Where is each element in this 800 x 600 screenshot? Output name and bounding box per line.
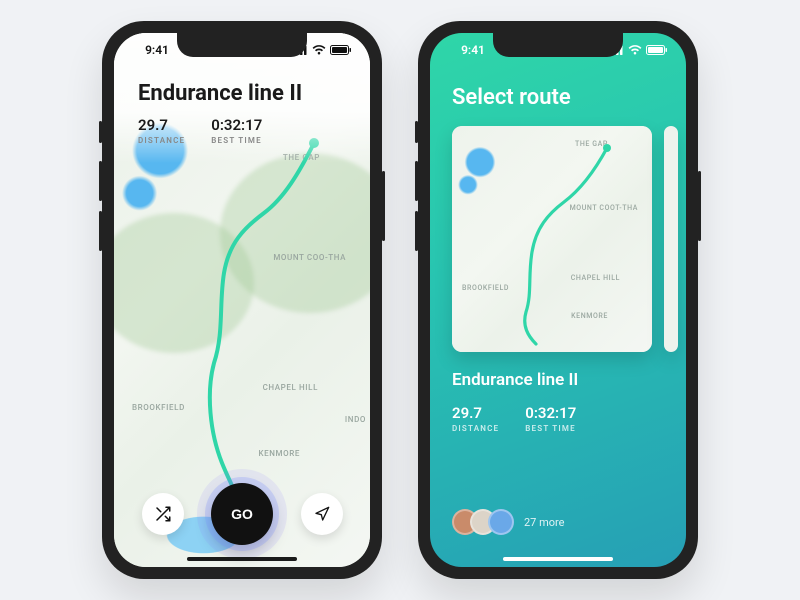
home-indicator[interactable] [503,557,613,561]
battery-icon [330,45,352,55]
map-label-chapel: CHAPEL HILL [263,383,318,392]
route-stats: 29.7 DISTANCE 0:32:17 BEST TIME [138,116,346,145]
phone-select-route: 9:41 Select route THE GAP MOUNT COOT-THA… [418,21,698,579]
distance-label: DISTANCE [452,424,499,433]
best-time-value: 0:32:17 [525,404,576,422]
home-indicator[interactable] [187,557,297,561]
card-route-line [452,126,652,352]
avatar-stack [452,509,514,535]
status-time: 9:41 [448,43,498,57]
status-time: 9:41 [132,43,182,57]
go-button[interactable]: GO [211,483,273,545]
select-route-title: Select route [452,85,664,110]
volume-up-button [415,161,418,201]
best-time-value: 0:32:17 [211,116,262,134]
screen-select-route: 9:41 Select route THE GAP MOUNT COOT-THA… [430,33,686,567]
more-participants: 27 more [524,516,564,529]
stat-distance: 29.7 DISTANCE [452,404,499,433]
volume-down-button [99,211,102,251]
notch [177,33,307,57]
volume-up-button [99,161,102,201]
distance-label: DISTANCE [138,136,185,145]
power-button [382,171,385,241]
avatar [488,509,514,535]
power-button [698,171,701,241]
notch [493,33,623,57]
route-card[interactable]: THE GAP MOUNT COOT-THA BROOKFIELD CHAPEL… [452,126,652,352]
selected-route-name: Endurance line II [452,370,664,390]
distance-value: 29.7 [452,404,499,422]
selected-route-stats: 29.7 DISTANCE 0:32:17 BEST TIME [452,404,664,433]
route-title: Endurance line II [138,81,346,106]
wifi-icon [312,45,326,55]
navigation-icon [314,506,330,522]
route-cards[interactable]: THE GAP MOUNT COOT-THA BROOKFIELD CHAPEL… [452,126,664,352]
wifi-icon [628,45,642,55]
mute-switch [415,121,418,143]
stat-best-time: 0:32:17 BEST TIME [525,404,576,433]
battery-icon [646,45,668,55]
stat-distance: 29.7 DISTANCE [138,116,185,145]
participants[interactable]: 27 more [452,509,664,535]
shuffle-button[interactable] [142,493,184,535]
map-label-mount: MOUNT COO-THA [273,253,346,262]
distance-value: 29.7 [138,116,185,134]
map-label-indoor: INDO [345,415,366,424]
next-route-card-peek[interactable] [664,126,678,352]
phone-route-detail: THE GAP MOUNT COO-THA BROOKFIELD CHAPEL … [102,21,382,579]
map-label-kenmore: KENMORE [258,449,300,458]
stat-best-time: 0:32:17 BEST TIME [211,116,262,145]
select-content: Select route THE GAP MOUNT COOT-THA BROO… [430,33,686,567]
shuffle-icon [154,505,172,523]
best-time-label: BEST TIME [525,424,576,433]
volume-down-button [415,211,418,251]
map-label-brookfield: BROOKFIELD [132,403,185,412]
screen-route-detail: THE GAP MOUNT COO-THA BROOKFIELD CHAPEL … [114,33,370,567]
locate-button[interactable] [301,493,343,535]
mute-switch [99,121,102,143]
best-time-label: BEST TIME [211,136,262,145]
bottom-controls: GO [114,483,370,545]
